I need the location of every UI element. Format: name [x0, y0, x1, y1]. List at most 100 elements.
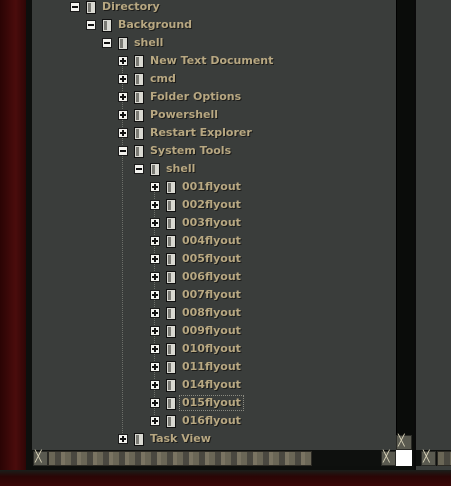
expand-icon[interactable] [150, 290, 160, 300]
tree-node-label: shell [134, 36, 164, 49]
expand-icon[interactable] [150, 344, 160, 354]
tree-node[interactable]: 016flyout [150, 412, 241, 430]
tree-node[interactable]: Folder Options [118, 88, 241, 106]
registry-key-icon [166, 360, 176, 374]
registry-key-icon [134, 126, 144, 140]
registry-key-icon [166, 270, 176, 284]
scroll-left-button[interactable] [33, 450, 48, 466]
tree-node-label: 015flyout [179, 395, 244, 411]
tree-node[interactable]: 014flyout [150, 376, 241, 394]
tree-node[interactable]: 009flyout [150, 322, 241, 340]
registry-key-icon [166, 216, 176, 230]
tree-node[interactable]: 005flyout [150, 250, 241, 268]
tree-node[interactable]: 007flyout [150, 286, 241, 304]
tree-node-label: 004flyout [182, 234, 241, 247]
expand-icon[interactable] [118, 128, 128, 138]
registry-key-icon [166, 288, 176, 302]
expand-icon[interactable] [118, 56, 128, 66]
collapse-icon[interactable] [118, 146, 128, 156]
expand-icon[interactable] [118, 110, 128, 120]
tree-node[interactable]: 006flyout [150, 268, 241, 286]
tree-node[interactable]: shell [134, 160, 195, 178]
tree-node-label: 003flyout [182, 216, 241, 229]
tree-node[interactable]: 003flyout [150, 214, 241, 232]
tree-node-label: Restart Explorer [150, 126, 252, 139]
expand-icon[interactable] [150, 236, 160, 246]
tree-node-label: System Tools [150, 144, 232, 157]
registry-key-icon [166, 180, 176, 194]
tree-node[interactable]: 010flyout [150, 340, 241, 358]
values-scroll-left-button[interactable] [421, 450, 436, 466]
registry-key-icon [86, 0, 96, 14]
registry-key-icon [166, 306, 176, 320]
expand-icon[interactable] [150, 200, 160, 210]
registry-key-icon [134, 54, 144, 68]
expand-icon[interactable] [118, 74, 128, 84]
tree-node-label: 016flyout [182, 414, 241, 427]
tree-node[interactable]: 004flyout [150, 232, 241, 250]
tree-node-label: 014flyout [182, 378, 241, 391]
tree-node[interactable]: Task View [118, 430, 211, 448]
registry-key-icon [134, 432, 144, 446]
tree-node[interactable]: Restart Explorer [118, 124, 252, 142]
tree-node[interactable]: System Tools [118, 142, 231, 160]
tree-node[interactable]: Background [86, 16, 192, 34]
tree-node-label: Background [118, 18, 193, 31]
scroll-right-button[interactable] [381, 450, 396, 466]
collapse-icon[interactable] [70, 2, 80, 12]
tree-node[interactable]: 008flyout [150, 304, 241, 322]
expand-icon[interactable] [150, 326, 160, 336]
expand-icon[interactable] [150, 254, 160, 264]
tree-node-label: 011flyout [182, 360, 241, 373]
collapse-icon[interactable] [86, 20, 96, 30]
tree-node[interactable]: Powershell [118, 106, 218, 124]
collapse-icon[interactable] [134, 164, 144, 174]
scroll-down-button[interactable] [396, 434, 412, 450]
tree-node[interactable]: cmd [118, 70, 176, 88]
collapse-icon[interactable] [102, 38, 112, 48]
expand-icon[interactable] [150, 182, 160, 192]
tree-node-label: New Text Document [150, 54, 274, 67]
desktop-background [0, 0, 26, 486]
tree-node[interactable]: Directory [70, 0, 160, 16]
horizontal-scrollbar[interactable] [32, 450, 396, 466]
tree-node-label: Directory [102, 0, 160, 13]
registry-key-icon [134, 72, 144, 86]
horizontal-scroll-thumb[interactable] [48, 451, 312, 466]
registry-key-icon [150, 162, 160, 176]
tree-node-label: 001flyout [182, 180, 241, 193]
tree-node[interactable]: New Text Document [118, 52, 273, 70]
expand-icon[interactable] [118, 434, 128, 444]
registry-key-icon [134, 108, 144, 122]
expand-icon[interactable] [118, 92, 128, 102]
values-scroll-thumb[interactable] [437, 451, 451, 466]
expand-icon[interactable] [150, 398, 160, 408]
tree-node-label: 002flyout [182, 198, 241, 211]
expand-icon[interactable] [150, 416, 160, 426]
values-pane [414, 0, 451, 470]
registry-key-icon [102, 18, 112, 32]
expand-icon[interactable] [150, 272, 160, 282]
tree-node-label: shell [166, 162, 196, 175]
registry-key-icon [166, 342, 176, 356]
expand-icon[interactable] [150, 380, 160, 390]
registry-tree[interactable]: Directory Background shell New Text Documen… [32, 0, 396, 450]
registry-key-icon [166, 198, 176, 212]
registry-key-icon [166, 414, 176, 428]
expand-icon[interactable] [150, 362, 160, 372]
tree-node[interactable]: 001flyout [150, 178, 241, 196]
expand-icon[interactable] [150, 308, 160, 318]
vertical-scrollbar[interactable] [396, 0, 414, 450]
registry-key-icon [166, 234, 176, 248]
registry-key-icon [134, 144, 144, 158]
registry-key-icon [166, 252, 176, 266]
tree-node[interactable]: 002flyout [150, 196, 241, 214]
tree-node-label: 010flyout [182, 342, 241, 355]
tree-node[interactable]: 015flyout [150, 394, 244, 412]
tree-node-label: 007flyout [182, 288, 241, 301]
tree-node-label: 005flyout [182, 252, 241, 265]
tree-node[interactable]: shell [102, 34, 163, 52]
tree-node-label: Task View [150, 432, 211, 445]
expand-icon[interactable] [150, 218, 160, 228]
tree-node[interactable]: 011flyout [150, 358, 241, 376]
